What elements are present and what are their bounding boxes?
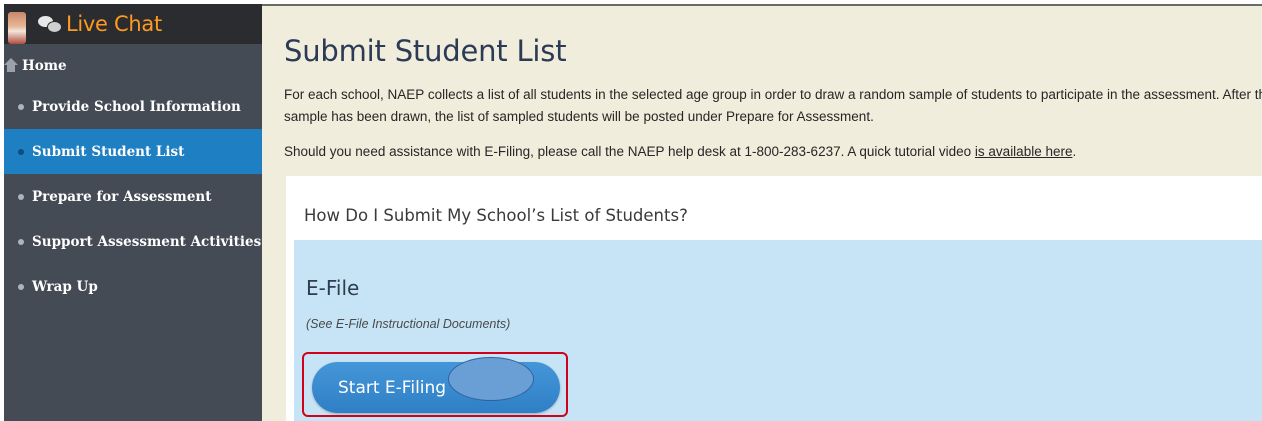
efile-docs-note: (See E-File Instructional Documents) — [306, 317, 511, 331]
sidebar-item-support-assessment-activities[interactable]: Support Assessment Activities — [4, 219, 262, 264]
tutorial-video-link[interactable]: is available here — [975, 144, 1073, 159]
page-title: Submit Student List — [284, 34, 567, 68]
chat-bubbles-icon — [38, 16, 62, 33]
efile-title: E-File — [306, 276, 360, 300]
sidebar-item-submit-student-list[interactable]: Submit Student List — [4, 129, 274, 174]
sidebar-item-label: Prepare for Assessment — [32, 188, 212, 205]
sidebar-item-home[interactable]: Home — [4, 48, 262, 84]
bullet-icon — [18, 283, 24, 290]
start-e-filing-label: Start E-Filing — [338, 377, 447, 398]
sidebar-item-label: Provide School Information — [32, 98, 241, 115]
live-chat-button[interactable]: Live Chat — [4, 4, 262, 44]
sidebar-nav: Home Provide School Information Submit S… — [4, 48, 274, 309]
bullet-icon — [18, 103, 24, 110]
sidebar: Live Chat Home Provide School Informatio… — [4, 4, 274, 421]
help-text-body: Should you need assistance with E-Filing… — [284, 144, 975, 159]
panel-heading: How Do I Submit My School’s List of Stud… — [304, 206, 688, 225]
bullet-icon — [18, 238, 24, 245]
help-text: Should you need assistance with E-Filing… — [284, 144, 1262, 159]
sidebar-item-wrap-up[interactable]: Wrap Up — [4, 264, 262, 309]
live-chat-label: Live Chat — [66, 12, 162, 36]
button-highlight-box: Start E-Filing — [302, 352, 568, 417]
bullet-icon — [18, 193, 24, 200]
sidebar-item-provide-school-information[interactable]: Provide School Information — [4, 84, 262, 129]
bullet-icon — [18, 148, 24, 155]
intro-text: For each school, NAEP collects a list of… — [284, 87, 1262, 124]
sidebar-item-label: Home — [22, 58, 67, 74]
submit-list-panel: How Do I Submit My School’s List of Stud… — [286, 176, 1262, 421]
efile-section: E-File (See E-File Instructional Documen… — [294, 240, 1262, 421]
sidebar-item-label: Support Assessment Activities — [32, 233, 262, 250]
page-frame: Live Chat Home Provide School Informatio… — [4, 4, 1262, 421]
home-icon — [4, 58, 20, 74]
sidebar-item-label: Submit Student List — [32, 143, 185, 160]
agent-avatar — [8, 12, 26, 44]
sidebar-item-prepare-for-assessment[interactable]: Prepare for Assessment — [4, 174, 262, 219]
help-text-end: . — [1072, 144, 1077, 159]
click-indicator — [448, 357, 534, 401]
top-divider — [262, 4, 1262, 6]
main-content: Submit Student List For each school, NAE… — [262, 4, 1262, 421]
sidebar-item-label: Wrap Up — [32, 278, 98, 295]
